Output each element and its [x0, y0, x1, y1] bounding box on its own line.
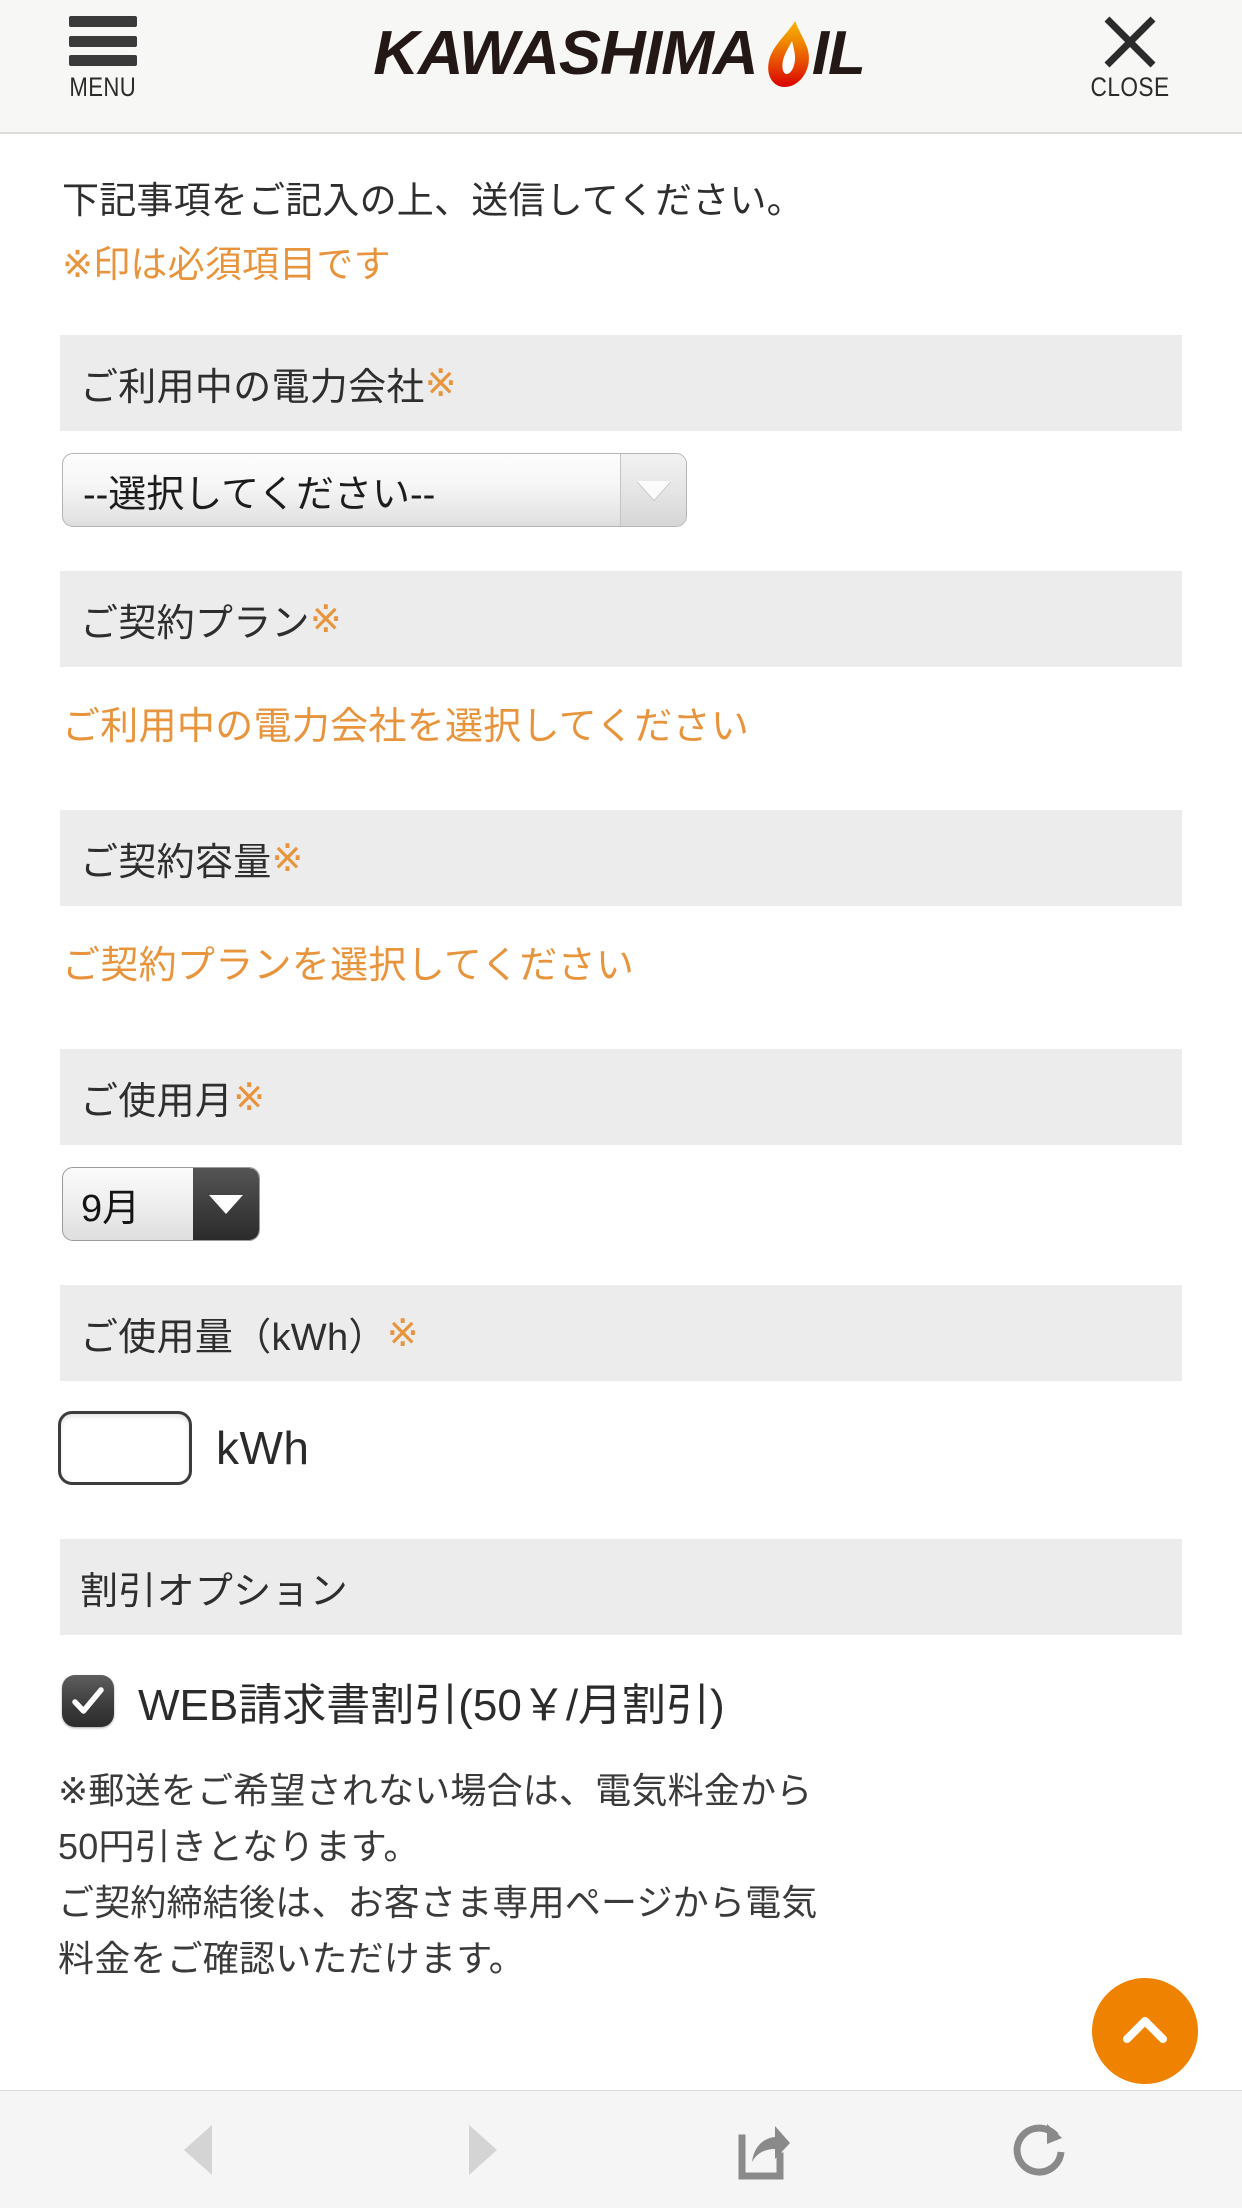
- field-header-contract-plan: ご契約プラン ※: [60, 571, 1182, 668]
- share-icon: [738, 2125, 791, 2179]
- reload-icon: [1013, 2123, 1065, 2176]
- chevron-down-icon: [193, 1168, 259, 1241]
- site-logo: KAWASHIMA IL: [0, 18, 1242, 89]
- field-header-contract-capacity: ご契約容量 ※: [60, 810, 1182, 907]
- flame-icon: [763, 20, 817, 87]
- browser-toolbar: [0, 2090, 1242, 2208]
- field-label-usage-month: ご使用月: [80, 1080, 234, 1123]
- field-header-electric-company: ご利用中の電力会社 ※: [60, 335, 1182, 432]
- scroll-to-top-button[interactable]: [1092, 1978, 1198, 2084]
- reload-button[interactable]: [982, 2091, 1102, 2208]
- usage-month-select[interactable]: 9月: [62, 1167, 260, 1242]
- usage-month-select-value: 9月: [81, 1187, 141, 1230]
- checkmark-icon: [72, 1687, 104, 1715]
- app-viewport: MENU KAWASHIMA IL CLOSE 下記事項をご記入の上、送信してくだ…: [0, 0, 1242, 2208]
- field-label-usage-amount: ご使用量（kWh）: [80, 1316, 387, 1359]
- triangle-left-icon: [184, 2124, 213, 2175]
- required-mark-contract-capacity: ※: [271, 837, 304, 880]
- usage-amount-input[interactable]: [58, 1411, 192, 1486]
- hamburger-icon: [69, 14, 137, 66]
- required-mark-contract-plan: ※: [309, 598, 342, 641]
- error-message-contract-plan: ご利用中の電力会社を選択してください: [62, 706, 750, 749]
- page-header: MENU KAWASHIMA IL CLOSE: [0, 0, 1242, 134]
- field-label-electric-company: ご利用中の電力会社: [80, 366, 425, 409]
- discount-option-footnote: ※郵送をご希望されない場合は、電気料金から50円引きとなります。 ご契約締結後は…: [58, 1770, 818, 1979]
- electric-company-select-value: --選択してください--: [83, 473, 436, 516]
- field-header-discount-option: 割引オプション: [60, 1539, 1182, 1636]
- field-label-discount-option: 割引オプション: [80, 1570, 349, 1613]
- web-invoice-discount-label: WEB請求書割引(50￥/月割引): [138, 1681, 725, 1731]
- logo-suffix: IL: [811, 19, 866, 88]
- required-mark-usage-month: ※: [233, 1076, 266, 1119]
- electric-company-select-row: --選択してください--: [0, 431, 1242, 528]
- forward-button[interactable]: [421, 2091, 541, 2208]
- back-button[interactable]: [140, 2091, 260, 2208]
- error-message-contract-capacity: ご契約プランを選択してください: [62, 945, 635, 988]
- share-button[interactable]: [701, 2091, 821, 2208]
- menu-button[interactable]: MENU: [48, 14, 158, 103]
- field-header-usage-month: ご使用月 ※: [60, 1049, 1182, 1146]
- page-content: 下記事項をご記入の上、送信してください。 ※印は必須項目です ご利用中の電力会社…: [0, 134, 1242, 2090]
- required-mark-electric-company: ※: [424, 362, 457, 405]
- web-invoice-discount-checkbox[interactable]: [62, 1675, 114, 1728]
- close-button-label: CLOSE: [1090, 72, 1170, 102]
- usage-amount-row: kWh: [0, 1381, 1242, 1486]
- web-invoice-discount-checkbox-row[interactable]: WEB請求書割引(50￥/月割引): [0, 1635, 1242, 1733]
- logo-wordmark: KAWASHIMA: [373, 19, 758, 88]
- chevron-down-icon: [620, 454, 686, 527]
- field-label-contract-plan: ご契約プラン: [80, 602, 310, 645]
- close-x-icon: [1102, 14, 1158, 70]
- chevron-up-icon: [1123, 2017, 1167, 2043]
- electric-company-select[interactable]: --選択してください--: [62, 453, 687, 528]
- field-header-usage-amount: ご使用量（kWh） ※: [60, 1285, 1182, 1382]
- field-label-contract-capacity: ご契約容量: [80, 841, 272, 884]
- intro-line-1: 下記事項をご記入の上、送信してください。: [62, 180, 804, 221]
- intro-required-note: ※印は必須項目です: [62, 243, 391, 285]
- menu-button-label: MENU: [69, 72, 137, 102]
- intro-block: 下記事項をご記入の上、送信してください。 ※印は必須項目です: [0, 134, 1242, 291]
- usage-amount-unit-label: kWh: [216, 1422, 310, 1475]
- close-button[interactable]: CLOSE: [1070, 14, 1190, 103]
- required-mark-usage-amount: ※: [386, 1312, 419, 1355]
- triangle-right-icon: [468, 2124, 497, 2175]
- usage-month-select-row: 9月: [0, 1145, 1242, 1242]
